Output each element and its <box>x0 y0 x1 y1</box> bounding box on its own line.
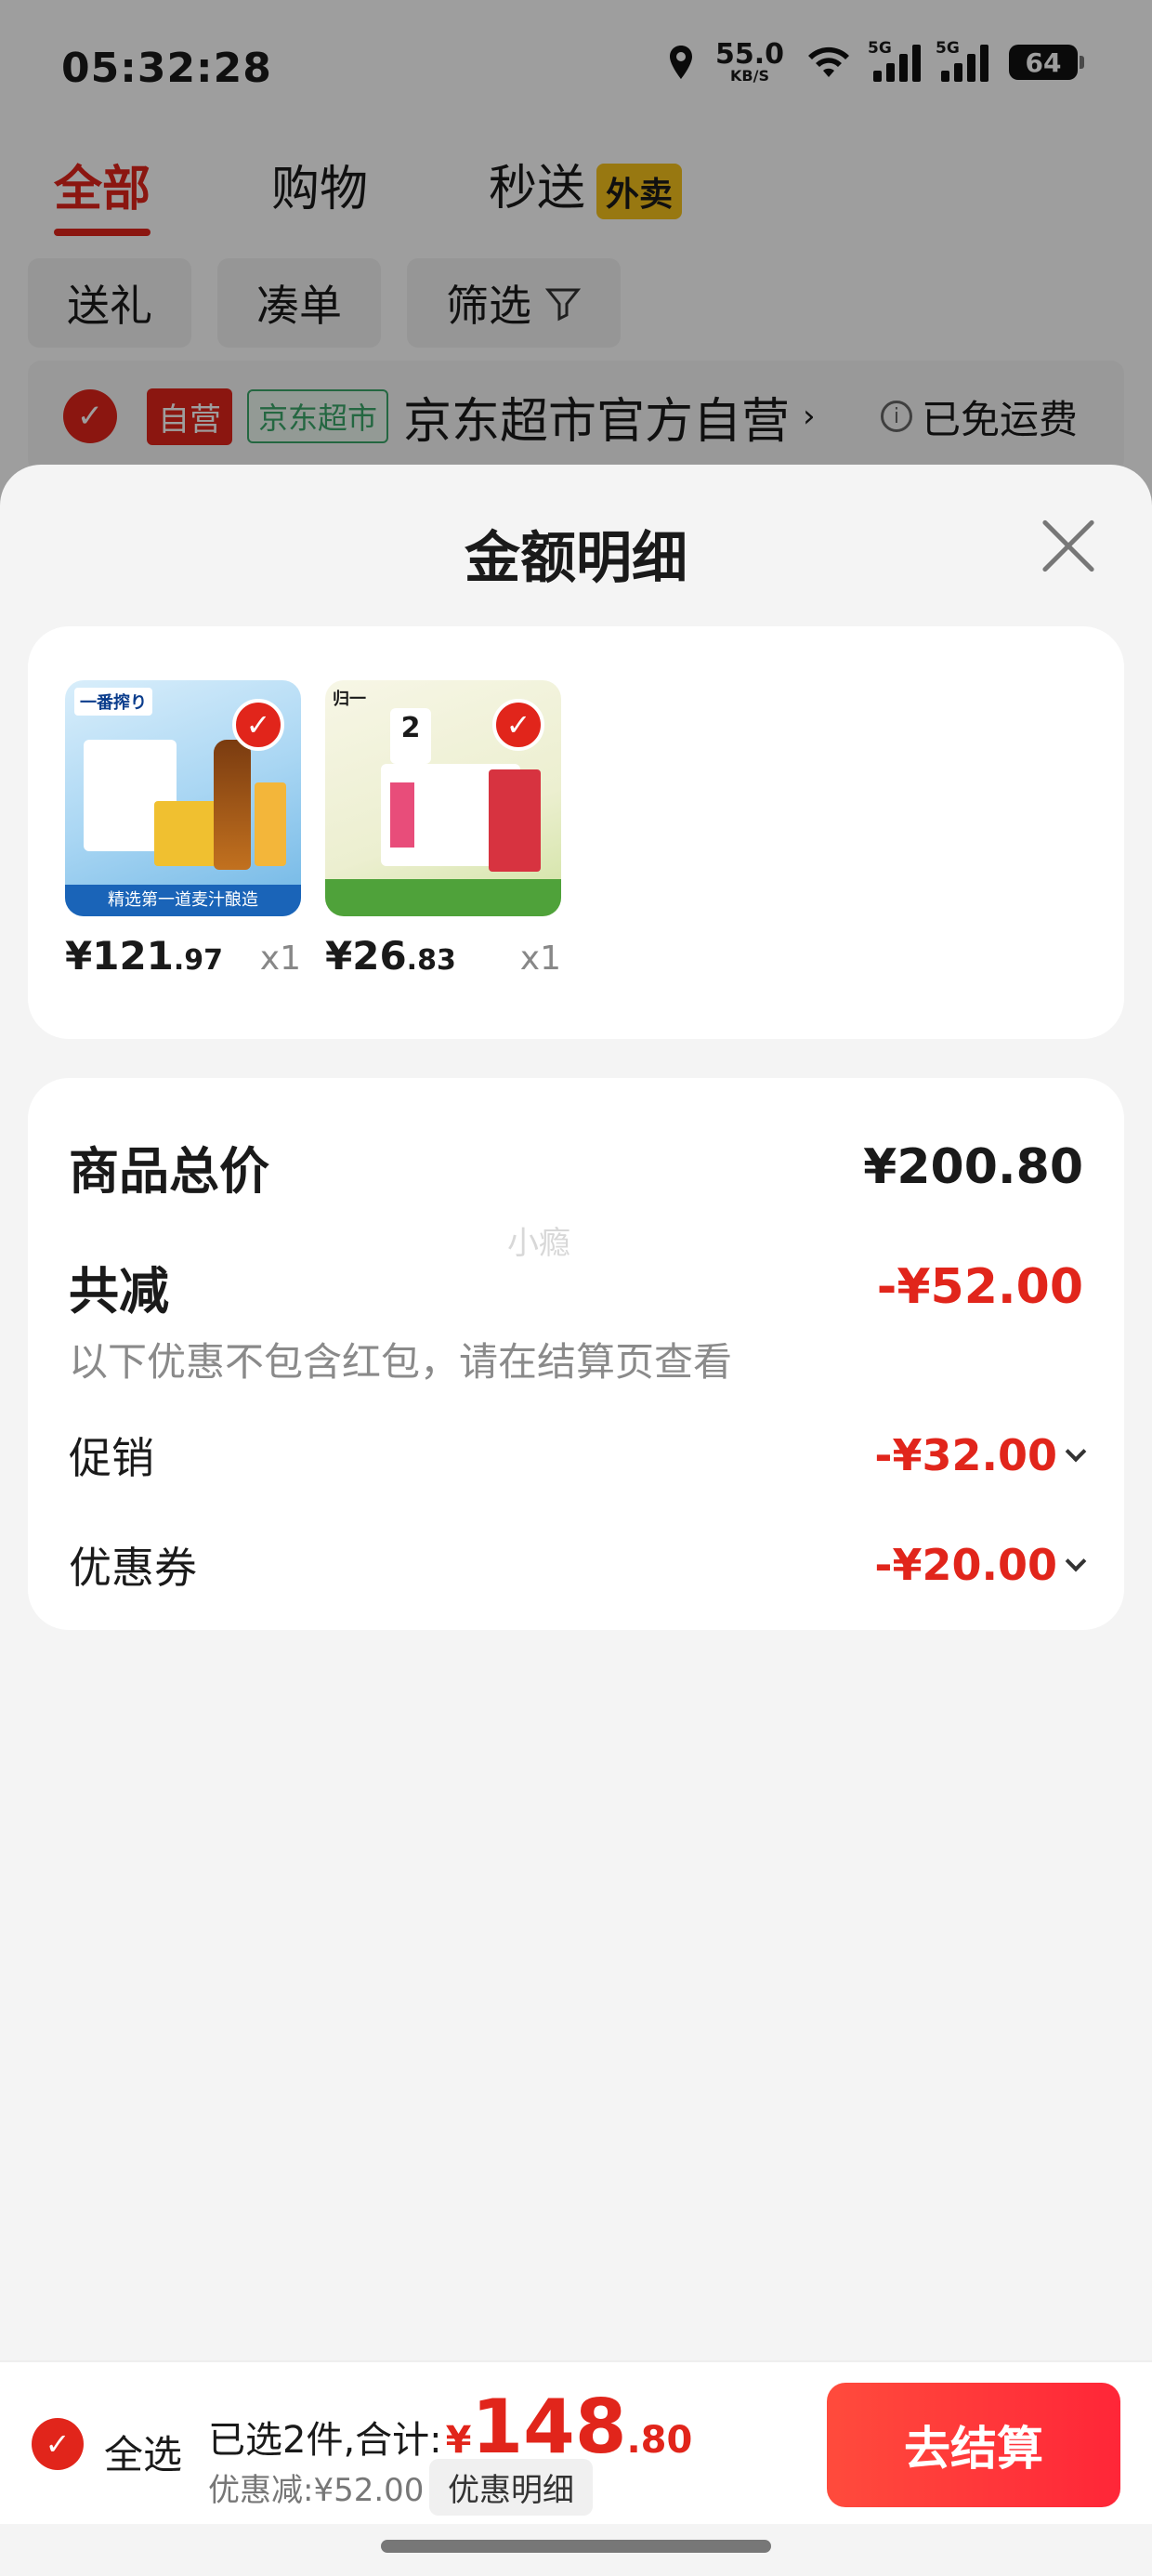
product-qty: x1 <box>259 940 301 978</box>
total-amount: 148 <box>471 2384 627 2470</box>
total-summary: 已选2件,合计: ¥148.80 <box>208 2384 693 2470</box>
total-value: ¥200.80 <box>863 1138 1083 1195</box>
promo-label: 促销 <box>69 1433 154 1483</box>
chevron-down-icon <box>1065 1550 1087 1572</box>
discount-value: -¥52.00 <box>876 1258 1083 1315</box>
promo-value: -¥32.00 <box>874 1430 1087 1480</box>
checkout-button[interactable]: 去结算 <box>827 2383 1120 2507</box>
product-card: 一番搾り 精选第一道麦汁酿造 ✓ ¥121.97 x1 归一 2 ✓ ¥26.8… <box>28 626 1124 1039</box>
saved-amount: 优惠减:¥52.00 <box>208 2472 425 2509</box>
select-all-check-icon[interactable]: ✓ <box>32 2418 84 2470</box>
coupon-label: 优惠券 <box>69 1543 197 1593</box>
watermark: 小瘾 <box>507 1225 570 1262</box>
coupon-value: -¥20.00 <box>874 1540 1087 1590</box>
product-item[interactable]: 一番搾り 精选第一道麦汁酿造 ✓ ¥121.97 x1 <box>65 680 301 979</box>
total-label: 商品总价 <box>69 1142 269 1201</box>
amount-detail-sheet: 金额明细 一番搾り 精选第一道麦汁酿造 ✓ ¥121.97 x1 归一 2 ✓ <box>0 465 1152 2576</box>
select-all-label[interactable]: 全选 <box>104 2424 182 2480</box>
summary-card: 商品总价 ¥200.80 共减 -¥52.00 以下优惠不包含红包，请在结算页查… <box>28 1078 1124 1630</box>
total-row: 商品总价 ¥200.80 <box>69 1130 1083 1203</box>
product-image-beer: 一番搾り 精选第一道麦汁酿造 ✓ <box>65 680 301 916</box>
close-icon[interactable] <box>1041 519 1096 574</box>
product-qty: x1 <box>519 940 561 978</box>
coupon-row[interactable]: 优惠券 -¥20.00 <box>69 1534 1087 1596</box>
checkout-bar: ✓ 全选 已选2件,合计: ¥148.80 优惠减:¥52.00 优惠明细 去结算 <box>0 2360 1152 2524</box>
product-price: ¥26.83 <box>325 933 456 979</box>
discount-detail-button[interactable]: 优惠明细 <box>429 2459 593 2516</box>
discount-label: 共减 <box>69 1262 169 1321</box>
promo-row[interactable]: 促销 -¥32.00 <box>69 1425 1087 1486</box>
product-check-icon[interactable]: ✓ <box>492 699 544 751</box>
product-item[interactable]: 归一 2 ✓ ¥26.83 x1 <box>325 680 561 979</box>
overlay-dim[interactable] <box>0 0 1152 520</box>
chevron-down-icon <box>1065 1440 1087 1463</box>
home-indicator[interactable] <box>381 2540 771 2553</box>
product-check-icon[interactable]: ✓ <box>232 699 284 751</box>
discount-row: 共减 -¥52.00 <box>69 1250 1083 1323</box>
sheet-title: 金额明细 <box>465 526 687 591</box>
discount-note: 以下优惠不包含红包，请在结算页查看 <box>69 1339 733 1385</box>
product-image-milk: 归一 2 ✓ <box>325 680 561 916</box>
product-price: ¥121.97 <box>65 933 224 979</box>
